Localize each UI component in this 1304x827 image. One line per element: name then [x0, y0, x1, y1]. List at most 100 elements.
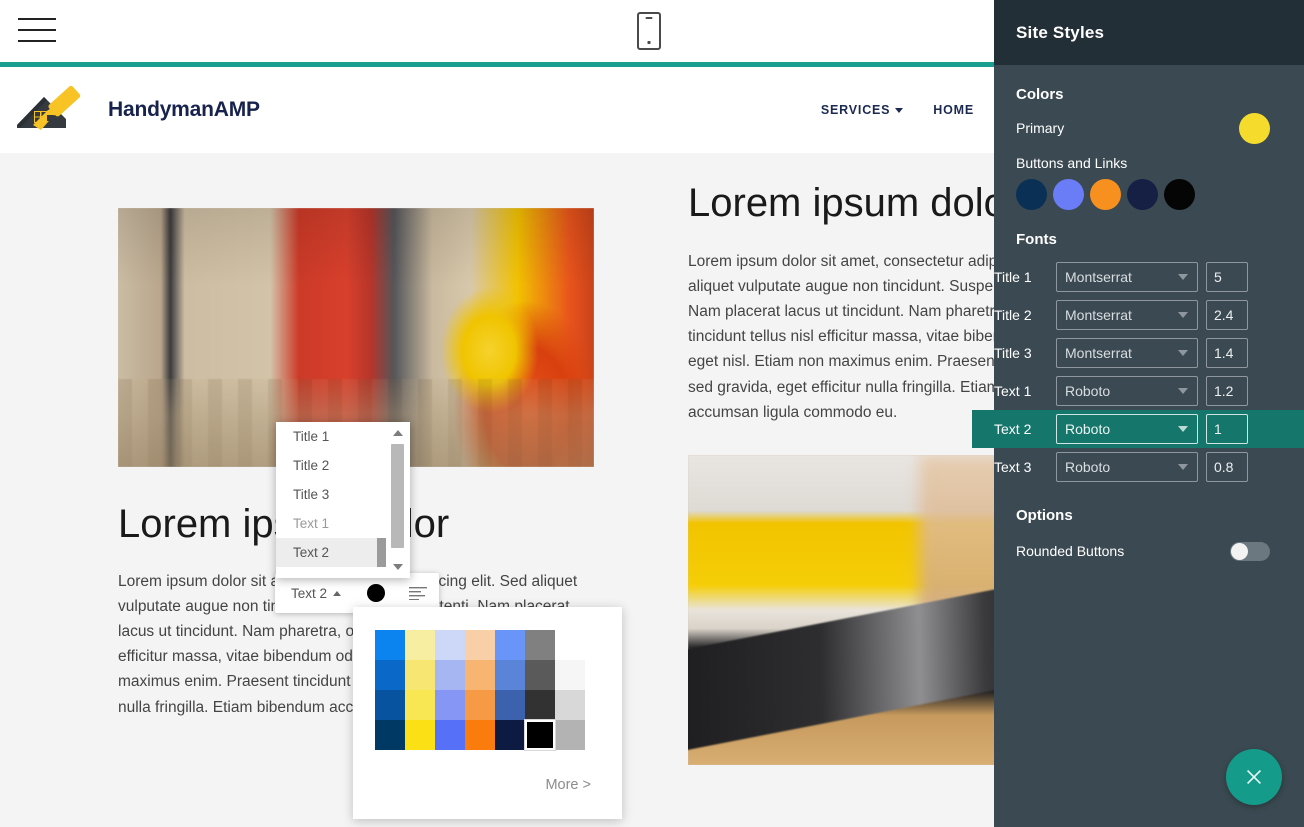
- color-swatch[interactable]: [465, 630, 495, 660]
- font-family-select[interactable]: Roboto: [1056, 376, 1198, 406]
- color-swatch[interactable]: [375, 720, 405, 750]
- font-row-label: Text 3: [994, 459, 1032, 475]
- color-swatch[interactable]: [375, 690, 405, 720]
- scrollbar-thumb[interactable]: [391, 444, 404, 548]
- font-row-title-1: Title 1 Montserrat 5: [972, 258, 1304, 296]
- font-size-input[interactable]: 1: [1206, 414, 1248, 444]
- button-color-swatch[interactable]: [1127, 179, 1158, 210]
- font-size-input[interactable]: 5: [1206, 262, 1248, 292]
- font-row-text-3: Text 3 Roboto 0.8: [972, 448, 1304, 486]
- caret-down-icon[interactable]: [393, 564, 403, 570]
- font-family-select[interactable]: Montserrat: [1056, 300, 1198, 330]
- style-option-title-2[interactable]: Title 2: [276, 451, 386, 480]
- primary-color-label: Primary: [1016, 120, 1065, 136]
- color-swatch[interactable]: [465, 690, 495, 720]
- style-selector-button[interactable]: Text 2: [275, 585, 342, 601]
- color-swatch[interactable]: [435, 630, 465, 660]
- color-swatch[interactable]: [435, 690, 465, 720]
- color-swatch[interactable]: [435, 660, 465, 690]
- font-size-input[interactable]: 1.2: [1206, 376, 1248, 406]
- chevron-down-icon: [1178, 274, 1188, 280]
- brand[interactable]: HandymanAMP: [0, 81, 260, 139]
- hamburger-icon[interactable]: [18, 14, 56, 46]
- color-swatch[interactable]: [405, 720, 435, 750]
- primary-color-swatch[interactable]: [1239, 112, 1270, 144]
- content-column-right: Lorem ipsum dolor Lorem ipsum dolor sit …: [688, 180, 994, 765]
- color-swatch[interactable]: [525, 720, 555, 750]
- dropdown-scrollbar[interactable]: [386, 422, 410, 578]
- chevron-down-icon: [895, 108, 904, 114]
- chevron-down-icon: [1178, 350, 1188, 356]
- style-option-title-3[interactable]: Title 3: [276, 480, 386, 509]
- button-color-swatch[interactable]: [1053, 179, 1084, 210]
- color-swatch[interactable]: [405, 660, 435, 690]
- font-family-select[interactable]: Montserrat: [1056, 262, 1198, 292]
- panel-body: Colors Primary Buttons and Links Fonts: [994, 86, 1304, 248]
- font-row-label: Title 1: [994, 269, 1032, 285]
- caret-up-icon: [333, 590, 342, 596]
- color-swatch-grid: [375, 630, 585, 750]
- primary-color-row: Primary: [1016, 112, 1282, 144]
- color-swatch[interactable]: [495, 660, 525, 690]
- right-paragraph[interactable]: Lorem ipsum dolor sit amet, consectetur …: [688, 249, 994, 425]
- color-swatch[interactable]: [555, 660, 585, 690]
- color-swatch[interactable]: [495, 630, 525, 660]
- style-selector-label: Text 2: [291, 585, 328, 601]
- wrench-photo[interactable]: [688, 454, 994, 765]
- style-option-text-2[interactable]: Text 2: [276, 538, 410, 567]
- font-family-select[interactable]: Montserrat: [1056, 338, 1198, 368]
- caret-up-icon[interactable]: [393, 430, 403, 436]
- color-swatch[interactable]: [495, 690, 525, 720]
- more-colors-link[interactable]: More >: [545, 777, 591, 793]
- color-swatch[interactable]: [525, 630, 555, 660]
- button-color-swatch[interactable]: [1090, 179, 1121, 210]
- mobile-device-icon[interactable]: [637, 12, 661, 50]
- panel-title: Site Styles: [1016, 22, 1105, 42]
- button-color-swatch[interactable]: [1164, 179, 1195, 210]
- rounded-buttons-row: Rounded Buttons: [1016, 534, 1282, 568]
- color-swatch[interactable]: [555, 690, 585, 720]
- text-style-dropdown[interactable]: Title 1 Title 2 Title 3 Text 1 Text 2: [276, 422, 410, 578]
- font-row-label: Title 2: [994, 307, 1032, 323]
- font-size-input[interactable]: 2.4: [1206, 300, 1248, 330]
- font-family-select[interactable]: Roboto: [1056, 452, 1198, 482]
- color-swatch[interactable]: [405, 690, 435, 720]
- right-heading[interactable]: Lorem ipsum dolor: [688, 180, 994, 226]
- font-row-text-1: Text 1 Roboto 1.2: [972, 372, 1304, 410]
- color-swatch[interactable]: [465, 720, 495, 750]
- app-root: HandymanAMP SERVICES HOME Lorem ipsum do…: [0, 0, 1304, 827]
- toggle-knob: [1231, 542, 1248, 560]
- font-row-label: Text 2: [994, 421, 1032, 437]
- chevron-down-icon: [1178, 388, 1188, 394]
- house-paint-roller-logo: [17, 85, 81, 130]
- font-row-title-3: Title 3 Montserrat 1.4: [972, 334, 1304, 372]
- color-swatch[interactable]: [405, 630, 435, 660]
- font-family-select[interactable]: Roboto: [1056, 414, 1198, 444]
- style-option-text-1[interactable]: Text 1: [276, 509, 386, 538]
- color-swatch[interactable]: [375, 660, 405, 690]
- align-left-icon[interactable]: [409, 586, 428, 601]
- color-swatch[interactable]: [495, 720, 525, 750]
- color-swatch[interactable]: [465, 660, 495, 690]
- nav-item-home[interactable]: HOME: [933, 103, 974, 117]
- close-panel-button[interactable]: [1226, 749, 1282, 805]
- style-option-title-1[interactable]: Title 1: [276, 422, 386, 451]
- color-swatch[interactable]: [555, 630, 585, 660]
- close-x-icon: [1246, 769, 1262, 785]
- color-swatch[interactable]: [555, 720, 585, 750]
- rounded-buttons-toggle[interactable]: [1230, 541, 1270, 561]
- color-swatch[interactable]: [375, 630, 405, 660]
- color-swatch[interactable]: [525, 690, 555, 720]
- font-size-input[interactable]: 1.4: [1206, 338, 1248, 368]
- text-color-button[interactable]: [367, 584, 386, 602]
- panel-header: Site Styles: [994, 0, 1304, 65]
- buttons-links-label: Buttons and Links: [1016, 155, 1128, 171]
- font-size-input[interactable]: 0.8: [1206, 452, 1248, 482]
- color-swatch[interactable]: [435, 720, 465, 750]
- button-color-swatch[interactable]: [1016, 179, 1047, 210]
- style-option-text-2-label: Text 2: [293, 545, 330, 560]
- panel-options: Options Rounded Buttons: [994, 507, 1304, 568]
- brand-name: HandymanAMP: [108, 98, 260, 121]
- color-swatch[interactable]: [525, 660, 555, 690]
- nav-item-services[interactable]: SERVICES: [821, 103, 904, 117]
